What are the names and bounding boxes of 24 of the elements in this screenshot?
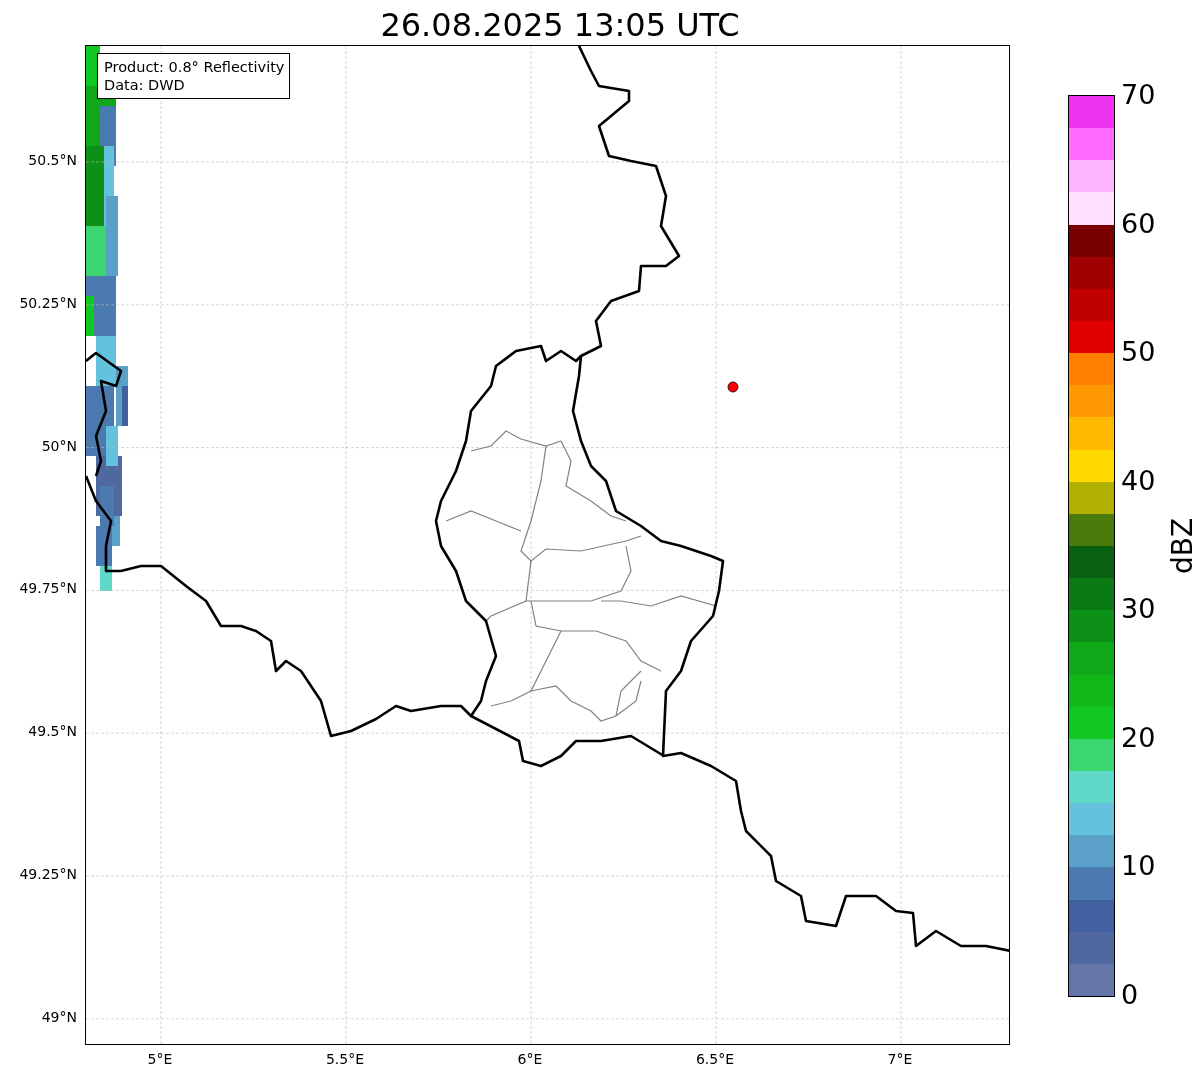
longitude-label: 5.5°E	[325, 1051, 365, 1067]
plot-title: 26.08.2025 13:05 UTC	[379, 5, 741, 45]
longitude-label: 6.5°E	[695, 1051, 735, 1067]
longitude-label: 6°E	[517, 1051, 543, 1067]
latitude-label: 50.5°N	[28, 152, 77, 168]
latitude-label: 49.75°N	[19, 580, 77, 597]
scale-tick-label: 40	[1121, 465, 1156, 496]
scale-tick-label: 20	[1121, 722, 1156, 753]
scale-tick-label: 10	[1121, 851, 1156, 882]
scale-tick-label: 70	[1121, 80, 1156, 110]
latitude-label: 49.5°N	[28, 723, 77, 740]
latitude-label: 49°N	[41, 1008, 77, 1025]
scale-tick-label: 0	[1121, 980, 1139, 1010]
scale-unit-label: dBZ	[1167, 516, 1197, 577]
scale-tick-label: 50	[1121, 337, 1156, 368]
info-text: Data: DWD	[104, 76, 186, 94]
scale-tick-label: 30	[1121, 594, 1156, 625]
latitude-label: 50.25°N	[19, 294, 77, 311]
latitude-label: 49.25°N	[19, 866, 77, 882]
longitude-label: 5°E	[147, 1051, 173, 1067]
latitude-label: 50°N	[41, 437, 77, 454]
scale-tick-label: 60	[1121, 208, 1156, 239]
longitude-label: 7°E	[887, 1051, 913, 1067]
info-text: Product: 0.8° Reflectivity	[104, 58, 285, 76]
